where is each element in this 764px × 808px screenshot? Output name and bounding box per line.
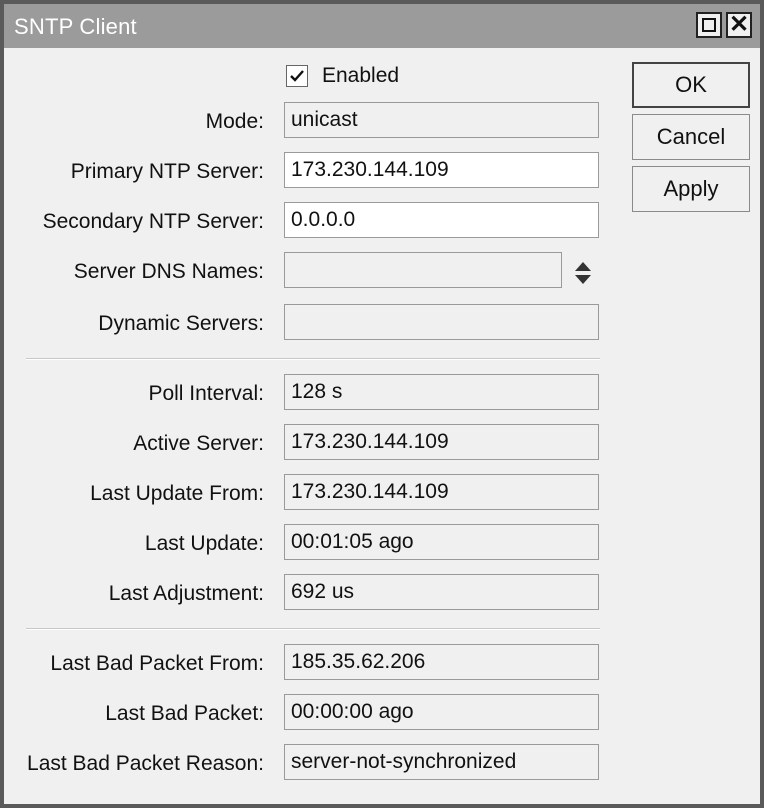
last-adjustment-label: Last Adjustment: — [108, 582, 264, 605]
last-update-from-label: Last Update From: — [90, 482, 264, 505]
dynamic-servers-field — [284, 304, 599, 340]
sntp-client-window: SNTP Client ✕ Enabled Mode: unicast Prim… — [0, 0, 764, 808]
secondary-ntp-server-input[interactable]: 0.0.0.0 — [284, 202, 599, 238]
mode-field: unicast — [284, 102, 599, 138]
primary-ntp-server-label: Primary NTP Server: — [70, 160, 264, 183]
ok-button[interactable]: OK — [632, 62, 750, 108]
primary-ntp-server-input[interactable]: 173.230.144.109 — [284, 152, 599, 188]
section-divider — [26, 628, 600, 630]
last-bad-packet-from-label: Last Bad Packet From: — [50, 652, 264, 675]
active-server-field: 173.230.144.109 — [284, 424, 599, 460]
apply-button[interactable]: Apply — [632, 166, 750, 212]
maximize-icon — [702, 18, 716, 32]
dynamic-servers-label: Dynamic Servers: — [98, 312, 264, 335]
close-icon: ✕ — [728, 11, 750, 38]
close-button[interactable]: ✕ — [726, 12, 752, 38]
last-update-from-field: 173.230.144.109 — [284, 474, 599, 510]
server-dns-names-field[interactable] — [284, 252, 562, 288]
last-update-label: Last Update: — [144, 532, 264, 555]
last-bad-packet-reason-label: Last Bad Packet Reason: — [27, 752, 264, 775]
last-bad-packet-from-field: 185.35.62.206 — [284, 644, 599, 680]
active-server-label: Active Server: — [133, 432, 264, 455]
last-update-field: 00:01:05 ago — [284, 524, 599, 560]
enabled-checkbox[interactable] — [286, 65, 308, 87]
title-bar[interactable]: SNTP Client ✕ — [4, 4, 760, 48]
mode-label: Mode: — [205, 110, 264, 133]
section-divider — [26, 358, 600, 360]
maximize-button[interactable] — [696, 12, 722, 38]
server-dns-names-label: Server DNS Names: — [73, 260, 264, 283]
poll-interval-label: Poll Interval: — [148, 382, 264, 405]
up-down-arrows-icon[interactable] — [572, 258, 594, 288]
last-bad-packet-field: 00:00:00 ago — [284, 694, 599, 730]
last-adjustment-field: 692 us — [284, 574, 599, 610]
secondary-ntp-server-label: Secondary NTP Server: — [42, 210, 264, 233]
window-title: SNTP Client — [14, 14, 137, 39]
checkmark-icon — [290, 70, 304, 82]
cancel-button[interactable]: Cancel — [632, 114, 750, 160]
last-bad-packet-reason-field: server-not-synchronized — [284, 744, 599, 780]
poll-interval-field: 128 s — [284, 374, 599, 410]
last-bad-packet-label: Last Bad Packet: — [105, 702, 264, 725]
enabled-label: Enabled — [322, 64, 400, 87]
